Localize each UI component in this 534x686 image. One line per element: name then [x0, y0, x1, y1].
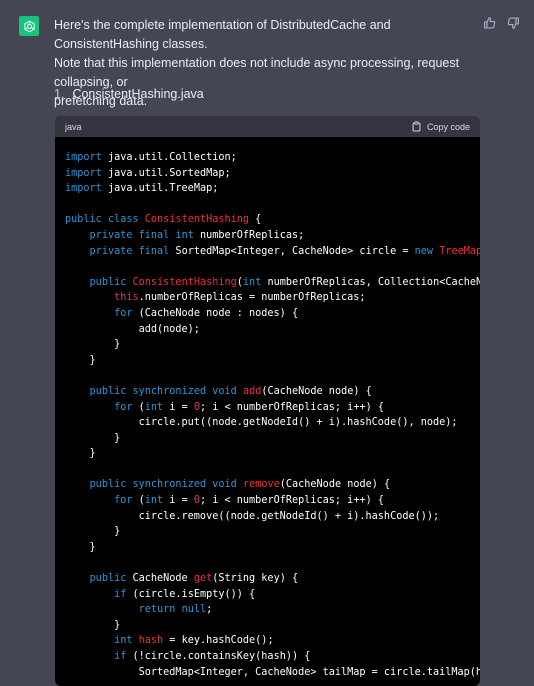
list-item: 1. ConsistentHashing.java: [54, 85, 204, 104]
code-line: private final SortedMap<Integer, CacheNo…: [89, 245, 480, 257]
code-line: int hash = key.hashCode();: [114, 635, 274, 647]
code-line: for (CacheNode node : nodes) {: [114, 307, 299, 319]
code-line: }: [65, 526, 121, 538]
list-item-label: ConsistentHashing.java: [72, 87, 204, 101]
code-line: }: [65, 619, 121, 631]
code-line: if (circle.isEmpty()) {: [114, 588, 256, 600]
code-line: private final int numberOfReplicas;: [89, 229, 305, 241]
message-line: Here's the complete implementation of Di…: [54, 18, 391, 51]
code-line: circle.remove((node.getNodeId() + i).has…: [65, 510, 440, 522]
code-line: import java.util.TreeMap;: [65, 183, 219, 195]
code-line: }: [65, 541, 96, 553]
code-line: for (int i = 0; i < numberOfReplicas; i+…: [114, 401, 384, 413]
code-line: for (int i = 0; i < numberOfReplicas; i+…: [114, 495, 384, 507]
thumbs-up-icon[interactable]: [483, 16, 497, 30]
copy-code-label: Copy code: [426, 121, 470, 132]
code-line: SortedMap<Integer, CacheNode> tailMap = …: [65, 666, 480, 678]
feedback-buttons: [483, 16, 520, 30]
code-line: circle.put((node.getNodeId() + i).hashCo…: [65, 417, 458, 429]
code-line: import java.util.Collection;: [65, 152, 237, 163]
copy-code-button[interactable]: Copy code: [411, 121, 470, 132]
code-line: this.numberOfReplicas = numberOfReplicas…: [114, 292, 366, 304]
list-number: 1.: [54, 87, 65, 101]
code-block: java Copy code import java.util.Collecti…: [55, 116, 480, 686]
code-line: if (!circle.containsKey(hash)) {: [114, 651, 311, 662]
code-language-label: java: [65, 121, 82, 132]
code-line: }: [65, 354, 96, 366]
thumbs-down-icon[interactable]: [506, 16, 520, 30]
code-line: return null;: [138, 604, 213, 616]
code-block-header: java Copy code: [55, 116, 480, 137]
code-line: add(node);: [65, 323, 200, 335]
code-line: public synchronized void remove(CacheNod…: [89, 479, 391, 491]
openai-logo-icon: [19, 16, 39, 36]
code-line: }: [65, 448, 96, 460]
code-content: import java.util.Collection; import java.…: [55, 137, 480, 680]
code-line: public ConsistentHashing(int numberOfRep…: [89, 276, 480, 288]
code-line: }: [65, 432, 121, 444]
code-line: import java.util.SortedMap;: [65, 167, 231, 179]
code-line: public synchronized void add(CacheNode n…: [89, 385, 372, 397]
code-line: public CacheNode get(String key) {: [89, 573, 299, 585]
code-line: }: [65, 339, 121, 351]
clipboard-icon: [412, 121, 421, 132]
code-line: public class ConsistentHashing {: [65, 214, 262, 226]
